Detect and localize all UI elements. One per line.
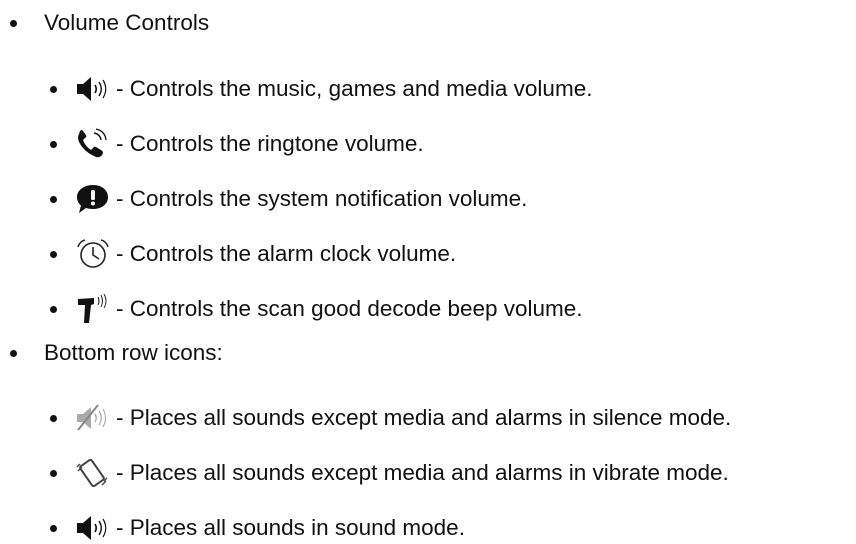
speaker-volume-icon — [74, 73, 112, 105]
list-item-notification-volume: - Controls the system notification volum… — [0, 183, 856, 215]
volume-controls-heading-row: Volume Controls — [0, 7, 856, 39]
item-text: - Controls the scan good decode beep vol… — [116, 296, 583, 321]
alarm-clock-icon — [74, 238, 112, 270]
bullet — [10, 19, 17, 27]
bottom-row-icons-heading: Bottom row icons: — [44, 340, 223, 365]
phone-ringtone-icon — [74, 128, 112, 160]
volume-controls-heading: Volume Controls — [44, 10, 210, 35]
item-text: - Controls the music, games and media vo… — [116, 76, 593, 101]
list-item-scan-beep-volume: - Controls the scan good decode beep vol… — [0, 293, 856, 325]
bullet — [50, 414, 57, 422]
list-item-sound-mode: - Places all sounds in sound mode. — [0, 512, 856, 544]
item-text: - Places all sounds except media and ala… — [116, 405, 732, 430]
bullet — [50, 250, 57, 258]
vibrate-phone-icon — [74, 457, 112, 489]
item-text: - Controls the ringtone volume. — [116, 131, 424, 156]
speaker-muted-icon — [74, 402, 112, 434]
bullet — [50, 195, 57, 203]
speaker-sound-icon — [74, 512, 112, 544]
bottom-row-icons-heading-row: Bottom row icons: — [0, 337, 856, 369]
bullet — [50, 140, 57, 148]
item-text: - Controls the alarm clock volume. — [116, 241, 457, 266]
scanner-beep-icon — [74, 293, 112, 325]
bullet — [50, 85, 57, 93]
bullet — [50, 469, 57, 477]
bullet — [50, 524, 57, 532]
list-item-vibrate-mode: - Places all sounds except media and ala… — [0, 457, 856, 489]
bullet — [50, 305, 57, 313]
list-item-silence-mode: - Places all sounds except media and ala… — [0, 402, 856, 434]
list-item-media-volume: - Controls the music, games and media vo… — [0, 73, 856, 105]
item-text: - Places all sounds in sound mode. — [116, 515, 465, 540]
item-text: - Places all sounds except media and ala… — [116, 460, 729, 485]
notification-bubble-icon — [74, 183, 112, 215]
item-text: - Controls the system notification volum… — [116, 186, 528, 211]
list-item-ringtone-volume: - Controls the ringtone volume. — [0, 128, 856, 160]
list-item-alarm-volume: - Controls the alarm clock volume. — [0, 238, 856, 270]
bullet — [10, 349, 17, 357]
